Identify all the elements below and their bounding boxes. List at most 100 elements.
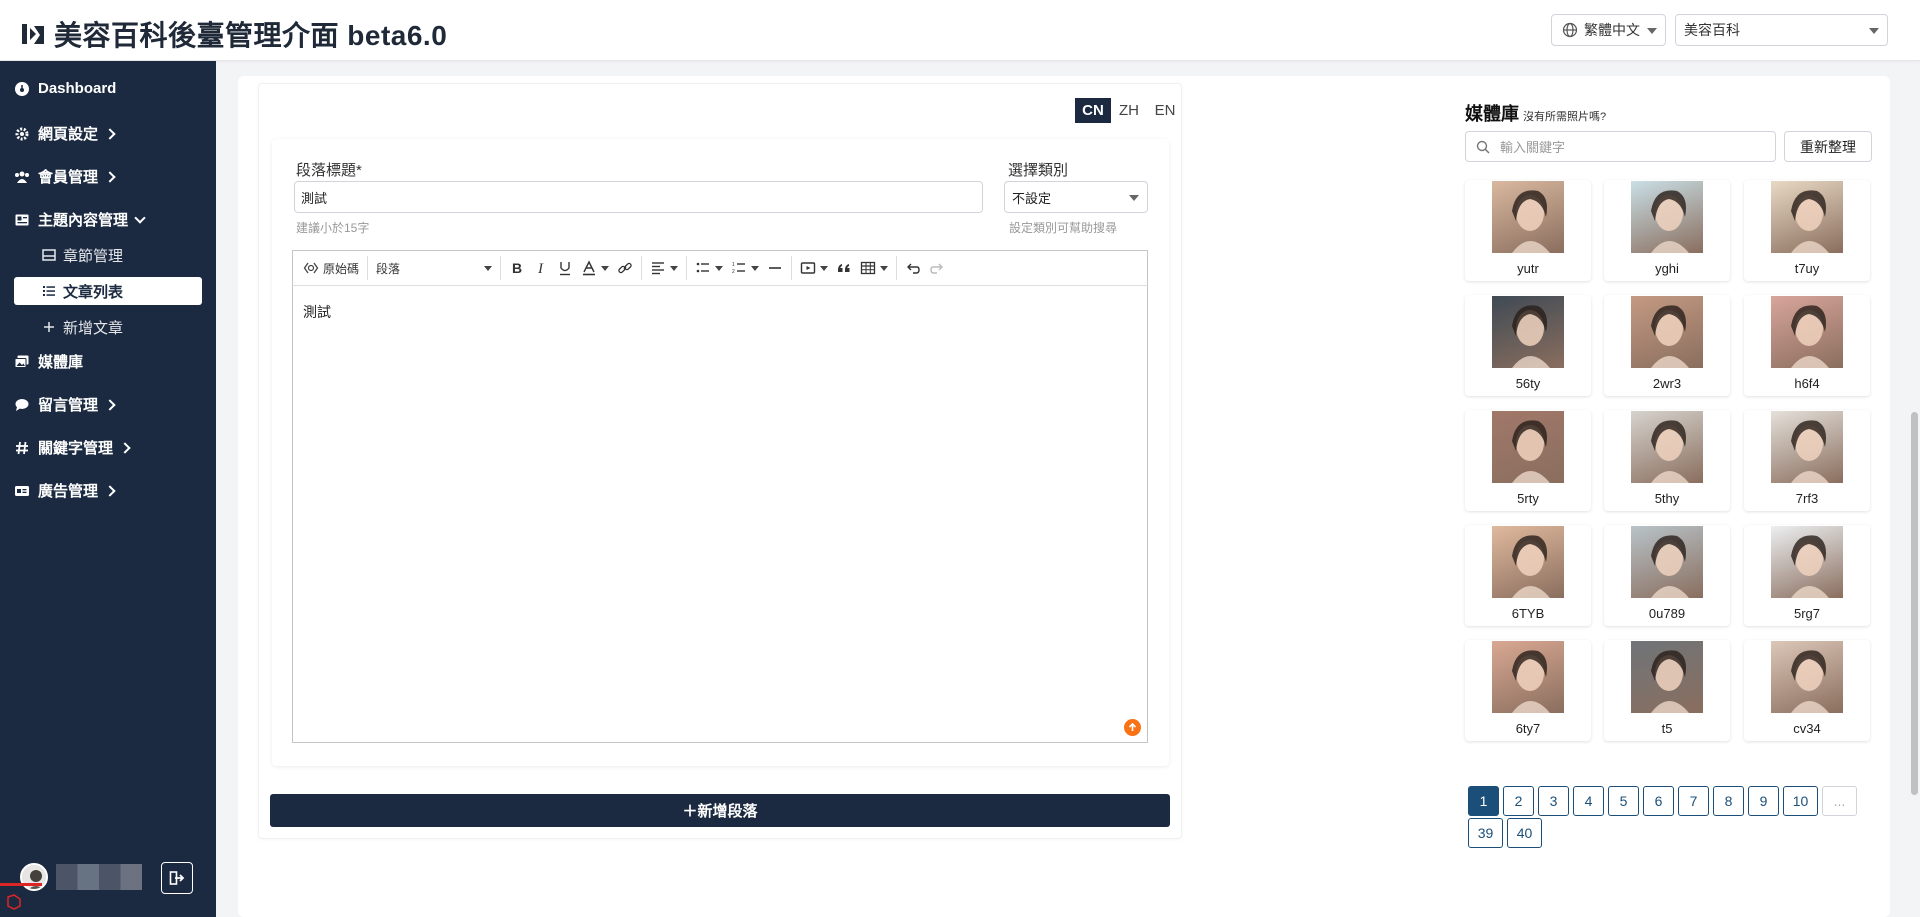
bold-button[interactable]: B xyxy=(505,256,529,280)
page-button[interactable]: 3 xyxy=(1538,786,1569,816)
media-item[interactable]: 2wr3 xyxy=(1604,295,1730,396)
sidebar-item-keywords[interactable]: 關鍵字管理 xyxy=(14,437,131,458)
media-thumbnail[interactable] xyxy=(1771,181,1843,253)
link-button[interactable] xyxy=(613,256,637,280)
media-item[interactable]: cv34 xyxy=(1744,640,1870,741)
tab-en[interactable]: EN xyxy=(1147,98,1183,123)
media-thumbnail[interactable] xyxy=(1631,296,1703,368)
rich-text-editor[interactable]: 測試 xyxy=(292,286,1148,743)
font-color-icon xyxy=(583,260,596,276)
media-item[interactable]: 7rf3 xyxy=(1744,410,1870,511)
blockquote-button[interactable] xyxy=(832,256,856,280)
media-item[interactable]: 0u789 xyxy=(1604,525,1730,626)
undo-icon xyxy=(907,263,920,274)
sidebar-item-web-settings[interactable]: 網頁設定 xyxy=(14,123,116,144)
site-select[interactable]: 美容百科 xyxy=(1675,14,1888,46)
page-button[interactable]: 5 xyxy=(1608,786,1639,816)
media-item[interactable]: yghi xyxy=(1604,180,1730,281)
media-item-label: 6TYB xyxy=(1511,606,1545,621)
page-button[interactable]: 4 xyxy=(1573,786,1604,816)
page-button[interactable]: 7 xyxy=(1678,786,1709,816)
media-thumbnail[interactable] xyxy=(1631,526,1703,598)
page-button[interactable]: 40 xyxy=(1507,818,1542,848)
sidebar-item-members[interactable]: 會員管理 xyxy=(14,166,116,187)
media-item[interactable]: t7uy xyxy=(1744,180,1870,281)
media-thumbnail[interactable] xyxy=(1631,641,1703,713)
media-item[interactable]: 5rg7 xyxy=(1744,525,1870,626)
align-button[interactable] xyxy=(646,256,682,280)
media-thumbnail[interactable] xyxy=(1492,411,1564,483)
media-thumbnail[interactable] xyxy=(1492,526,1564,598)
page-scrollbar[interactable] xyxy=(1911,412,1918,795)
media-item[interactable]: 5rty xyxy=(1465,410,1591,511)
editor-paragraph[interactable]: 測試 xyxy=(303,302,1137,322)
redo-button[interactable] xyxy=(925,256,949,280)
media-search-input[interactable]: 輸入關鍵字 xyxy=(1465,131,1776,162)
chapter-icon xyxy=(42,249,56,261)
page-button[interactable]: 39 xyxy=(1468,818,1503,848)
media-item[interactable]: 6TYB xyxy=(1465,525,1591,626)
media-thumbnail[interactable] xyxy=(1771,526,1843,598)
media-thumbnail[interactable] xyxy=(1771,641,1843,713)
numbered-list-button[interactable]: 12 xyxy=(727,256,763,280)
page-button[interactable]: 6 xyxy=(1643,786,1674,816)
tab-cn[interactable]: CN xyxy=(1075,98,1111,123)
page-button[interactable]: 8 xyxy=(1713,786,1744,816)
media-library-header: 媒體庫 沒有所需照片嗎? xyxy=(1465,100,1606,126)
sidebar-item-comments[interactable]: 留言管理 xyxy=(14,394,116,415)
source-button[interactable]: 原始碼 xyxy=(299,256,363,280)
dashboard-icon xyxy=(15,81,29,96)
media-item[interactable]: t5 xyxy=(1604,640,1730,741)
refresh-button[interactable]: 重新整理 xyxy=(1784,131,1872,162)
media-item[interactable]: 6ty7 xyxy=(1465,640,1591,741)
media-item[interactable]: yutr xyxy=(1465,180,1591,281)
logout-button[interactable] xyxy=(161,862,193,894)
undo-button[interactable] xyxy=(901,256,925,280)
page-button[interactable]: 9 xyxy=(1748,786,1779,816)
language-select[interactable]: 繁體中文 xyxy=(1551,14,1666,46)
font-color-button[interactable] xyxy=(577,256,613,280)
sidebar-item-ads[interactable]: 廣告管理 xyxy=(14,480,116,501)
page-button[interactable]: 1 xyxy=(1468,786,1499,816)
sidebar-item-dashboard[interactable]: Dashboard xyxy=(14,80,116,97)
bulleted-list-button[interactable] xyxy=(691,256,727,280)
sidebar-subitem-chapters[interactable]: 章節管理 xyxy=(14,241,202,269)
page-button[interactable]: 2 xyxy=(1503,786,1534,816)
italic-button[interactable]: I xyxy=(529,256,553,280)
horizontal-line-button[interactable] xyxy=(763,256,787,280)
table-button[interactable] xyxy=(856,256,892,280)
media-thumbnail[interactable] xyxy=(1631,411,1703,483)
media-item[interactable]: 56ty xyxy=(1465,295,1591,396)
section-title-input[interactable]: 測試 xyxy=(294,181,983,213)
bulleted-list-icon xyxy=(696,262,710,273)
category-select[interactable]: 不設定 xyxy=(1004,181,1148,213)
paragraph-select[interactable]: 段落 xyxy=(372,256,496,280)
tab-zh[interactable]: ZH xyxy=(1111,98,1147,123)
media-thumbnail[interactable] xyxy=(1492,641,1564,713)
brand[interactable]: 美容百科後臺管理介面 beta6.0 xyxy=(20,14,447,54)
media-thumbnail[interactable] xyxy=(1492,296,1564,368)
user-profile[interactable] xyxy=(20,863,142,891)
media-item[interactable]: h6f4 xyxy=(1744,295,1870,396)
sidebar-subitem-new-article[interactable]: 新增文章 xyxy=(14,313,202,341)
media-thumbnail[interactable] xyxy=(1631,181,1703,253)
page-button[interactable]: 10 xyxy=(1783,786,1818,816)
sidebar-subitem-article-list[interactable]: 文章列表 xyxy=(14,277,202,305)
table-icon xyxy=(860,261,876,275)
media-thumbnail[interactable] xyxy=(1771,296,1843,368)
media-thumbnail[interactable] xyxy=(1492,181,1564,253)
source-button-label: 原始碼 xyxy=(323,261,360,276)
media-library-subtitle[interactable]: 沒有所需照片嗎? xyxy=(1523,108,1606,124)
chevron-down-icon xyxy=(715,265,724,271)
upload-status-icon[interactable] xyxy=(1124,719,1141,736)
media-item[interactable]: 5thy xyxy=(1604,410,1730,511)
media-embed-button[interactable] xyxy=(796,256,832,280)
media-thumbnail[interactable] xyxy=(1771,411,1843,483)
sidebar-item-media[interactable]: 媒體庫 xyxy=(14,351,83,372)
hash-icon xyxy=(16,441,28,454)
chevron-down-icon xyxy=(670,265,679,271)
underline-button[interactable] xyxy=(553,256,577,280)
user-name-blurred xyxy=(56,864,142,890)
sidebar-item-content[interactable]: 主題內容管理 xyxy=(14,209,146,230)
add-section-button[interactable]: ＋新增段落 xyxy=(270,794,1170,827)
